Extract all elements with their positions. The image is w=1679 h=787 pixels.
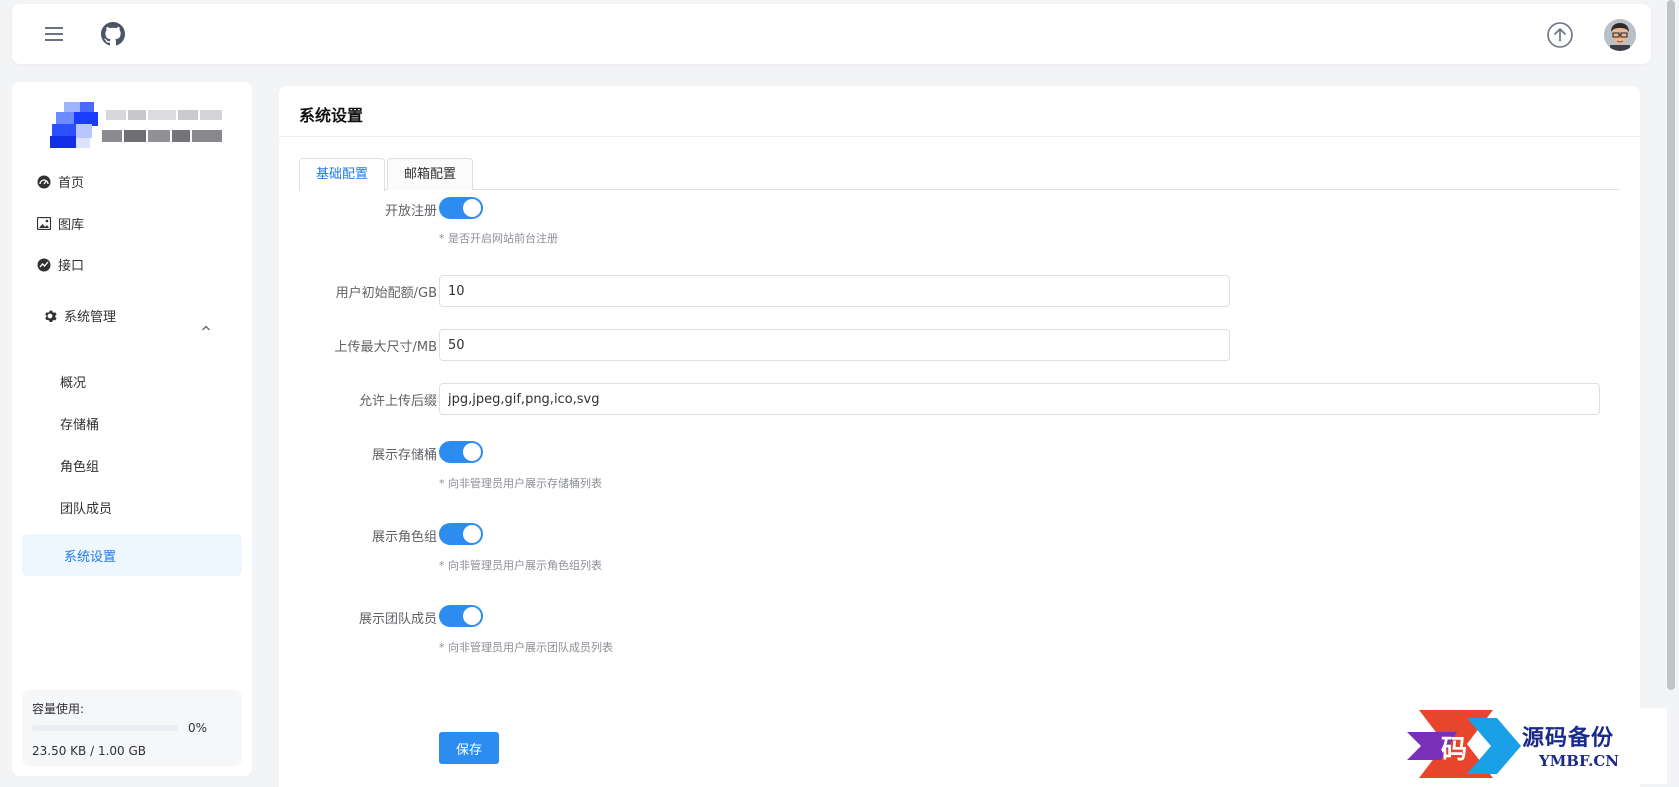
github-icon[interactable] [99,20,127,48]
page-scrollbar[interactable] [1667,0,1675,690]
max-upload-input[interactable] [439,329,1230,361]
title-divider [279,136,1640,137]
page-title: 系统设置 [299,106,364,125]
watermark-logo: 码 源码备份 YMBF.CN [1397,708,1667,784]
sidebar-item-label: 图库 [58,218,85,233]
show-buckets-hint: * 向非管理员用户展示存储桶列表 [439,477,602,490]
initial-quota-input[interactable] [439,275,1230,307]
sidebar-subitem-overview[interactable]: 概况 [60,372,86,391]
sidebar-subitem-team[interactable]: 团队成员 [60,498,112,517]
menu-icon[interactable] [40,22,68,46]
open-register-hint: * 是否开启网站前台注册 [439,232,558,245]
image-icon [36,216,52,232]
show-roles-toggle[interactable] [439,523,483,545]
storage-usage-panel: 容量使用: 0% 23.50 KB / 1.00 GB [22,690,242,766]
tab-email-config[interactable]: 邮箱配置 [387,158,474,190]
usage-percent: 0% [188,721,208,735]
sidebar-item-home[interactable]: 首页 [36,172,84,191]
sidebar-group-system[interactable]: 系统管理 [42,306,116,325]
settings-panel: 系统设置 基础配置 邮箱配置 开放注册 * 是否开启网站前台注册 用户初始配额/… [279,86,1640,787]
sidebar-item-label: 接口 [58,259,85,274]
show-buckets-toggle[interactable] [439,441,483,463]
dashboard-icon [36,174,52,190]
watermark-text: 源码备份 [1522,725,1615,751]
settings-tabs: 基础配置 邮箱配置 [299,158,1619,191]
show-team-hint: * 向非管理员用户展示团队成员列表 [439,641,613,654]
watermark-url: YMBF.CN [1539,752,1620,770]
sidebar-subitem-settings[interactable]: 系统设置 [22,534,242,576]
sidebar-item-api[interactable]: 接口 [36,255,84,274]
top-bar [12,4,1651,64]
initial-quota-label: 用户初始配额/GB [335,286,437,301]
avatar[interactable] [1604,19,1636,51]
logo-image [42,98,232,158]
sidebar-item-label: 首页 [58,176,85,191]
watermark-badge: 码 [1441,735,1467,765]
open-register-label: 开放注册 [384,204,437,219]
sidebar-group-label: 系统管理 [64,310,117,325]
usage-size: 23.50 KB / 1.00 GB [32,744,147,758]
open-register-toggle[interactable] [439,197,483,219]
allowed-ext-label: 允许上传后缀 [358,394,437,409]
show-team-toggle[interactable] [439,605,483,627]
api-icon [36,257,52,273]
gear-icon [42,308,58,324]
sidebar-subitem-roles[interactable]: 角色组 [60,456,99,475]
tab-basic-config[interactable]: 基础配置 [299,158,386,191]
max-upload-label: 上传最大尺寸/MB [334,340,437,355]
sidebar: 首页 图库 接口 系统管理 概况 存储桶 角色组 团队成员 系统设置 容量使用:… [12,82,252,776]
allowed-ext-input[interactable] [439,383,1600,415]
sidebar-item-gallery[interactable]: 图库 [36,214,84,233]
show-roles-hint: * 向非管理员用户展示角色组列表 [439,559,602,572]
chevron-up-icon[interactable] [200,322,212,334]
show-team-label: 展示团队成员 [358,612,437,627]
upload-icon[interactable] [1546,21,1574,49]
show-buckets-label: 展示存储桶 [371,448,437,463]
sidebar-subitem-buckets[interactable]: 存储桶 [60,414,99,433]
show-roles-label: 展示角色组 [371,530,437,545]
usage-progress-bar [32,725,178,731]
usage-label: 容量使用: [32,702,85,716]
save-button[interactable]: 保存 [439,732,499,764]
